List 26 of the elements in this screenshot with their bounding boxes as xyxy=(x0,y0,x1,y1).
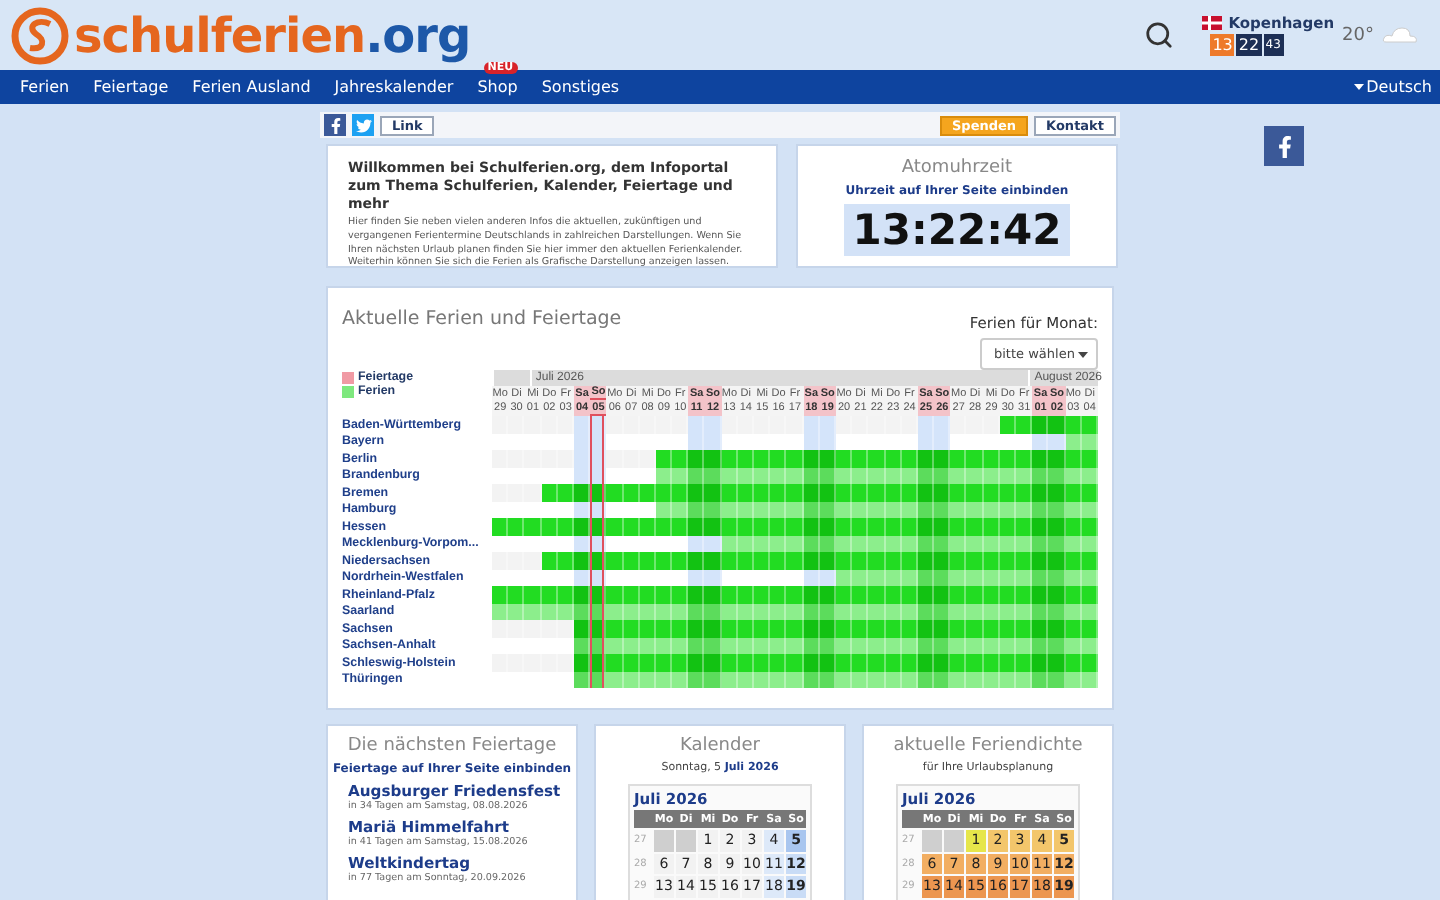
nav-link[interactable]: Ferien Ausland xyxy=(180,78,323,96)
panel-title: Aktuelle Ferien und Feiertage xyxy=(342,308,622,334)
cloud-icon xyxy=(1382,26,1418,44)
caret-icon xyxy=(1078,351,1088,357)
language-menu[interactable]: Deutsch xyxy=(1354,78,1432,96)
flag-icon xyxy=(1202,16,1223,30)
panel-title: aktuelle Feriendichte xyxy=(893,736,1083,756)
twitter-icon[interactable] xyxy=(352,114,374,136)
search-icon[interactable] xyxy=(1144,20,1175,50)
nav-link[interactable]: Ferien xyxy=(8,78,82,96)
minutes: 22 xyxy=(1236,34,1262,56)
panel-title: Die nächsten Feiertage xyxy=(347,736,557,756)
hours: 13 xyxy=(1210,34,1235,56)
facebook-icon[interactable] xyxy=(1264,126,1304,166)
nav-link[interactable]: Sonstiges xyxy=(529,78,632,96)
caret-icon xyxy=(1354,84,1365,90)
month-bar xyxy=(492,370,530,386)
logo-text[interactable]: schulferien.org xyxy=(74,7,471,63)
facebook-icon[interactable] xyxy=(324,114,346,136)
nav-link[interactable]: Feiertage xyxy=(81,78,181,96)
nav-link[interactable]: Jahreskalender xyxy=(322,78,466,96)
panel-title: Kalender xyxy=(680,736,760,756)
temperature: 20° xyxy=(1342,25,1374,45)
panel-title: Atomuhrzeit xyxy=(901,158,1013,178)
logo-icon[interactable] xyxy=(10,5,70,65)
clock-time: 13:22:42 xyxy=(844,204,1070,256)
